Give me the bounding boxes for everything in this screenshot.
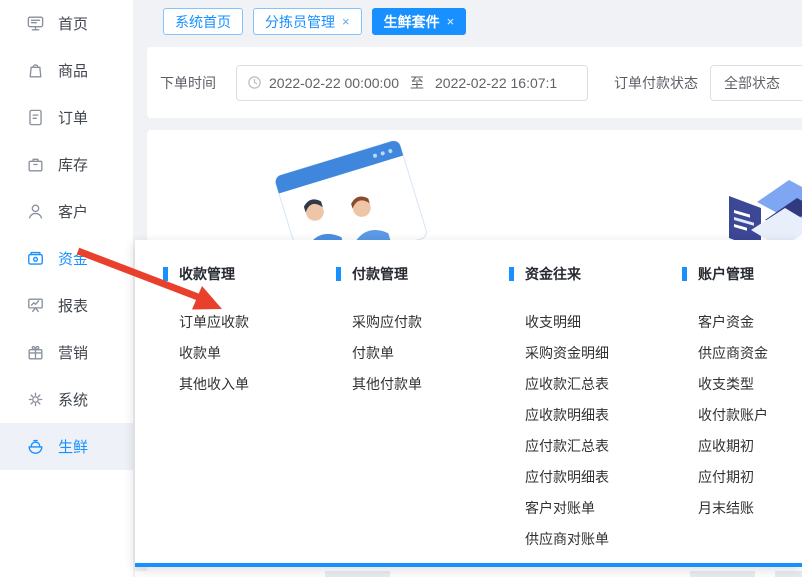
- background-block: [690, 571, 755, 577]
- menu-item[interactable]: 应付期初: [698, 462, 802, 493]
- sidebar-item-reports[interactable]: 报表: [0, 282, 133, 329]
- sidebar-item-customers[interactable]: 客户: [0, 188, 133, 235]
- background-block: [325, 571, 390, 577]
- payment-status-label: 订单付款状态: [614, 73, 698, 93]
- sidebar-item-label: 客户: [58, 201, 88, 222]
- menu-column-title: 资金往来: [525, 264, 581, 284]
- date-end-value: 2022-02-22 16:07:1: [435, 75, 557, 91]
- sidebar-item-label: 库存: [58, 154, 88, 175]
- orders-icon: [26, 108, 45, 127]
- blue-bullet-icon: [336, 267, 341, 281]
- tab-label: 系统首页: [175, 12, 231, 32]
- fresh-icon: [26, 437, 45, 456]
- background-block: [775, 571, 802, 577]
- sidebar-item-label: 报表: [58, 295, 88, 316]
- reports-icon: [26, 296, 45, 315]
- illustration-documents: [727, 168, 802, 250]
- blue-bullet-icon: [163, 267, 168, 281]
- menu-item[interactable]: 收支明细: [525, 307, 679, 338]
- blue-bullet-icon: [682, 267, 687, 281]
- menu-item-list: 采购应付款付款单其他付款单: [336, 307, 506, 400]
- menu-item[interactable]: 订单应收款: [179, 307, 333, 338]
- sidebar-item-label: 营销: [58, 342, 88, 363]
- inventory-icon: [26, 155, 45, 174]
- funds-mega-menu: 收款管理订单应收款收款单其他收入单付款管理采购应付款付款单其他付款单资金往来收支…: [135, 240, 802, 567]
- menu-item[interactable]: 应付款汇总表: [525, 431, 679, 462]
- sidebar-item-inventory[interactable]: 库存: [0, 141, 133, 188]
- blue-bullet-icon: [509, 267, 514, 281]
- sidebar-item-label: 资金: [58, 248, 88, 269]
- sidebar-item-home[interactable]: 首页: [0, 0, 133, 47]
- menu-column-account-manage: 账户管理客户资金供应商资金收支类型收付款账户应收期初应付期初月末结账: [682, 264, 802, 524]
- tab-system-home[interactable]: 系统首页: [163, 8, 243, 35]
- sidebar-item-marketing[interactable]: 营销: [0, 329, 133, 376]
- menu-column-header: 收款管理: [163, 264, 333, 284]
- menu-item[interactable]: 采购资金明细: [525, 338, 679, 369]
- sidebar-item-orders[interactable]: 订单: [0, 94, 133, 141]
- menu-item[interactable]: 其他收入单: [179, 369, 333, 400]
- tab-close-icon[interactable]: ×: [447, 15, 455, 28]
- menu-column-receipt-manage: 收款管理订单应收款收款单其他收入单: [163, 264, 333, 400]
- home-icon: [26, 14, 45, 33]
- sidebar: 首页商品订单库存客户资金报表营销系统生鲜: [0, 0, 133, 577]
- system-icon: [26, 390, 45, 409]
- order-time-label: 下单时间: [160, 73, 216, 93]
- menu-column-header: 资金往来: [509, 264, 679, 284]
- tab-label: 分拣员管理: [265, 12, 335, 32]
- sidebar-item-fresh[interactable]: 生鲜: [0, 423, 133, 470]
- menu-item[interactable]: 月末结账: [698, 493, 802, 524]
- menu-item[interactable]: 采购应付款: [352, 307, 506, 338]
- menu-column-header: 账户管理: [682, 264, 802, 284]
- menu-item-list: 收支明细采购资金明细应收款汇总表应收款明细表应付款汇总表应付款明细表客户对账单供…: [509, 307, 679, 555]
- menu-item[interactable]: 应收期初: [698, 431, 802, 462]
- customers-icon: [26, 202, 45, 221]
- date-range-input[interactable]: 2022-02-22 00:00:00 至 2022-02-22 16:07:1: [236, 65, 588, 101]
- menu-column-header: 付款管理: [336, 264, 506, 284]
- sidebar-item-goods[interactable]: 商品: [0, 47, 133, 94]
- menu-item[interactable]: 客户资金: [698, 307, 802, 338]
- menu-item[interactable]: 客户对账单: [525, 493, 679, 524]
- menu-item[interactable]: 应收款汇总表: [525, 369, 679, 400]
- payment-status-value: 全部状态: [724, 73, 780, 93]
- menu-item[interactable]: 应收款明细表: [525, 400, 679, 431]
- menu-column-title: 付款管理: [352, 264, 408, 284]
- sidebar-item-label: 商品: [58, 60, 88, 81]
- date-separator: 至: [406, 73, 428, 93]
- menu-item-list: 客户资金供应商资金收支类型收付款账户应收期初应付期初月末结账: [682, 307, 802, 524]
- funds-icon: [26, 249, 45, 268]
- tab-bar: 系统首页 分拣员管理 × 生鲜套件 ×: [163, 8, 466, 35]
- tab-sorter-manage[interactable]: 分拣员管理 ×: [253, 8, 362, 35]
- sidebar-item-label: 系统: [58, 389, 88, 410]
- sidebar-item-label: 生鲜: [58, 436, 88, 457]
- goods-icon: [26, 61, 45, 80]
- menu-item[interactable]: 其他付款单: [352, 369, 506, 400]
- marketing-icon: [26, 343, 45, 362]
- menu-item[interactable]: 供应商对账单: [525, 524, 679, 555]
- menu-item[interactable]: 供应商资金: [698, 338, 802, 369]
- clock-icon: [247, 75, 262, 90]
- sidebar-item-label: 订单: [58, 107, 88, 128]
- sidebar-item-system[interactable]: 系统: [0, 376, 133, 423]
- menu-item[interactable]: 收支类型: [698, 369, 802, 400]
- date-start-value: 2022-02-22 00:00:00: [269, 75, 399, 91]
- payment-status-select[interactable]: 全部状态: [710, 65, 802, 101]
- menu-column-payment-manage: 付款管理采购应付款付款单其他付款单: [336, 264, 506, 400]
- menu-item-list: 订单应收款收款单其他收入单: [163, 307, 333, 400]
- menu-item[interactable]: 收付款账户: [698, 400, 802, 431]
- menu-column-title: 账户管理: [698, 264, 754, 284]
- menu-item[interactable]: 付款单: [352, 338, 506, 369]
- sidebar-item-label: 首页: [58, 13, 88, 34]
- tab-close-icon[interactable]: ×: [342, 15, 350, 28]
- page-behind-sliver: [135, 571, 802, 577]
- menu-item[interactable]: 收款单: [179, 338, 333, 369]
- tab-fresh-suite[interactable]: 生鲜套件 ×: [372, 8, 467, 35]
- menu-item[interactable]: 应付款明细表: [525, 462, 679, 493]
- tab-label: 生鲜套件: [384, 12, 440, 32]
- menu-column-title: 收款管理: [179, 264, 235, 284]
- menu-column-fund-flows: 资金往来收支明细采购资金明细应收款汇总表应收款明细表应付款汇总表应付款明细表客户…: [509, 264, 679, 555]
- sidebar-item-funds[interactable]: 资金: [0, 235, 133, 282]
- filter-card: 下单时间 2022-02-22 00:00:00 至 2022-02-22 16…: [147, 47, 802, 118]
